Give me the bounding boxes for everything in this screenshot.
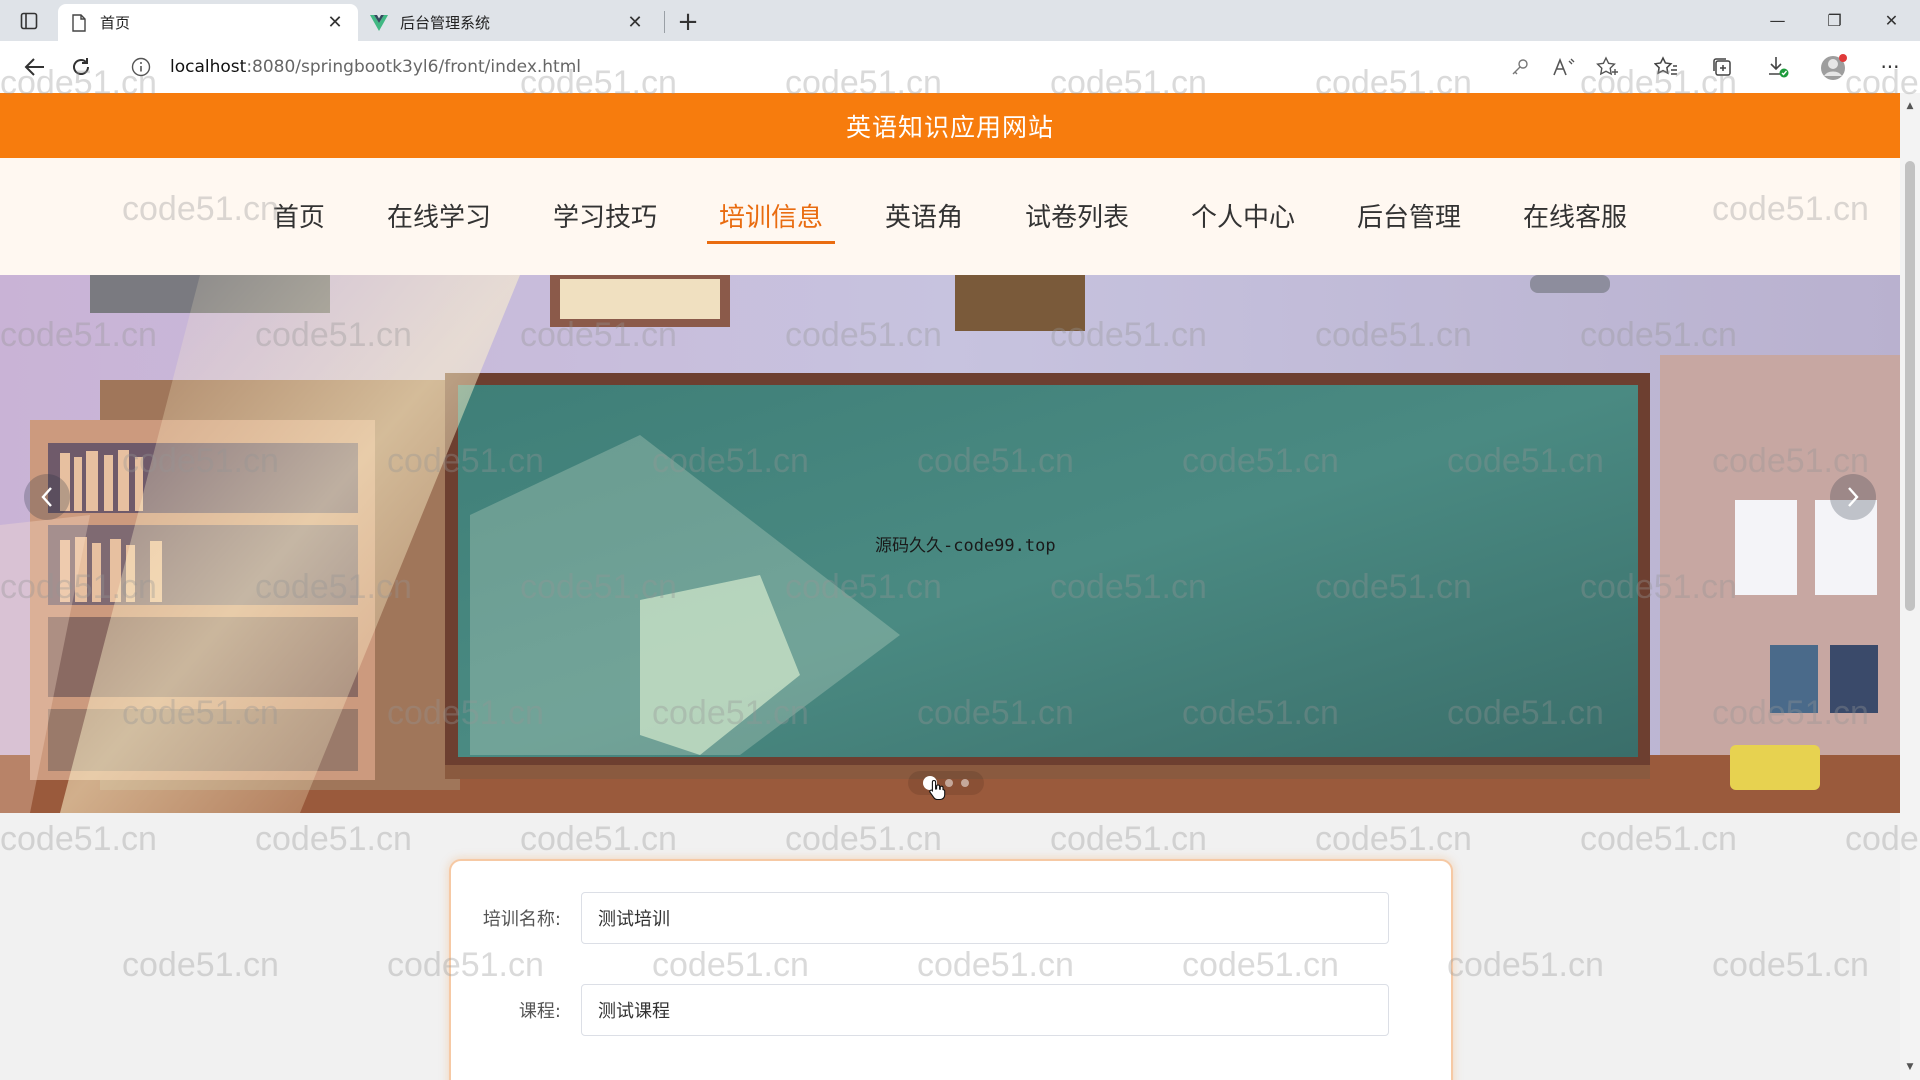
carousel-next-button[interactable] [1830, 474, 1876, 520]
chevron-left-icon [41, 487, 52, 507]
url-host: localhost [170, 57, 247, 77]
add-favorite-icon[interactable] [1586, 47, 1630, 87]
close-tab-icon[interactable]: ✕ [324, 12, 346, 34]
more-menu-icon[interactable]: ··· [1868, 47, 1912, 87]
scroll-down-icon[interactable]: ▼ [1900, 1058, 1920, 1076]
main-nav: 首页 在线学习 学习技巧 培训信息 英语角 试卷列表 个人中心 后台管理 在线客… [0, 158, 1900, 275]
site-info-icon[interactable] [130, 56, 152, 78]
site-title: 英语知识应用网站 [0, 93, 1900, 158]
course-label: 课程: [518, 1001, 561, 1022]
nav-item-english-corner[interactable]: 英语角 [873, 191, 975, 242]
vue-logo-icon [370, 14, 388, 32]
tab-title: 首页 [100, 14, 131, 32]
nav-item-personal-center[interactable]: 个人中心 [1179, 191, 1307, 242]
scroll-up-icon[interactable]: ▲ [1900, 97, 1920, 115]
toolbar-icons: ··· [1644, 41, 1912, 93]
nav-item-online-study[interactable]: 在线学习 [375, 191, 503, 242]
close-tab-icon[interactable]: ✕ [624, 12, 646, 34]
page-scrollbar[interactable]: ▲ ▼ [1900, 93, 1920, 1080]
course-field[interactable]: 测试课程 [581, 984, 1389, 1036]
collections-icon[interactable] [1700, 47, 1744, 87]
nav-item-admin[interactable]: 后台管理 [1345, 191, 1473, 242]
page-icon [70, 13, 88, 32]
scrollbar-thumb[interactable] [1905, 161, 1915, 611]
nav-item-study-tips[interactable]: 学习技巧 [541, 191, 669, 242]
chevron-right-icon [1848, 487, 1859, 507]
training-detail-card: 培训名称: 测试培训 课程: 测试课程 [449, 859, 1453, 1080]
carousel-dot[interactable] [961, 779, 969, 787]
read-aloud-icon[interactable] [1542, 47, 1586, 87]
window-controls: — ❐ ✕ [1749, 0, 1920, 41]
address-bar: localhost:8080/springbootk3yl6/front/ind… [0, 41, 1920, 93]
downloads-icon[interactable] [1756, 47, 1800, 87]
key-icon[interactable] [1498, 47, 1542, 87]
profile-avatar-icon[interactable] [1812, 47, 1856, 87]
url-path: :8080/springbootk3yl6/front/index.html [246, 57, 582, 77]
banner-caption: 源码久久-code99.top [875, 536, 1056, 556]
page-viewport: 英语知识应用网站 首页 在线学习 学习技巧 培训信息 英语角 试卷列表 个人中心… [0, 93, 1900, 1080]
carousel-dot[interactable] [945, 779, 953, 787]
nav-item-home[interactable]: 首页 [261, 191, 337, 242]
browser-tab-bar: 首页 ✕ 后台管理系统 ✕ + — ❐ ✕ [0, 0, 1920, 41]
minimize-icon[interactable]: — [1749, 0, 1806, 41]
favorites-icon[interactable] [1644, 47, 1688, 87]
tab-title: 后台管理系统 [400, 14, 491, 32]
course-row: 课程: 测试课程 [451, 983, 1451, 1037]
training-name-label: 培训名称: [482, 909, 561, 930]
hand-pointer-icon [929, 779, 946, 801]
new-tab-icon[interactable]: + [671, 5, 705, 39]
tab-separator [664, 11, 665, 33]
nav-item-training-info[interactable]: 培训信息 [706, 191, 836, 244]
tab-actions-icon[interactable] [0, 0, 58, 41]
carousel-indicators [908, 771, 984, 795]
url-actions [1498, 41, 1630, 93]
reload-icon[interactable] [58, 47, 104, 87]
url-field[interactable]: localhost:8080/springbootk3yl6/front/ind… [116, 47, 1616, 87]
nav-item-customer-service[interactable]: 在线客服 [1511, 191, 1639, 242]
banner-carousel[interactable]: 源码久久-code99.top [0, 275, 1900, 813]
close-window-icon[interactable]: ✕ [1863, 0, 1920, 41]
training-name-row: 培训名称: 测试培训 [451, 891, 1451, 945]
browser-tab-admin[interactable]: 后台管理系统 ✕ [358, 4, 658, 41]
back-icon[interactable] [12, 47, 58, 87]
training-name-field[interactable]: 测试培训 [581, 892, 1389, 944]
browser-tab-home[interactable]: 首页 ✕ [58, 4, 358, 41]
restore-icon[interactable]: ❐ [1806, 0, 1863, 41]
nav-item-exam-list[interactable]: 试卷列表 [1013, 191, 1141, 242]
carousel-prev-button[interactable] [24, 474, 70, 520]
